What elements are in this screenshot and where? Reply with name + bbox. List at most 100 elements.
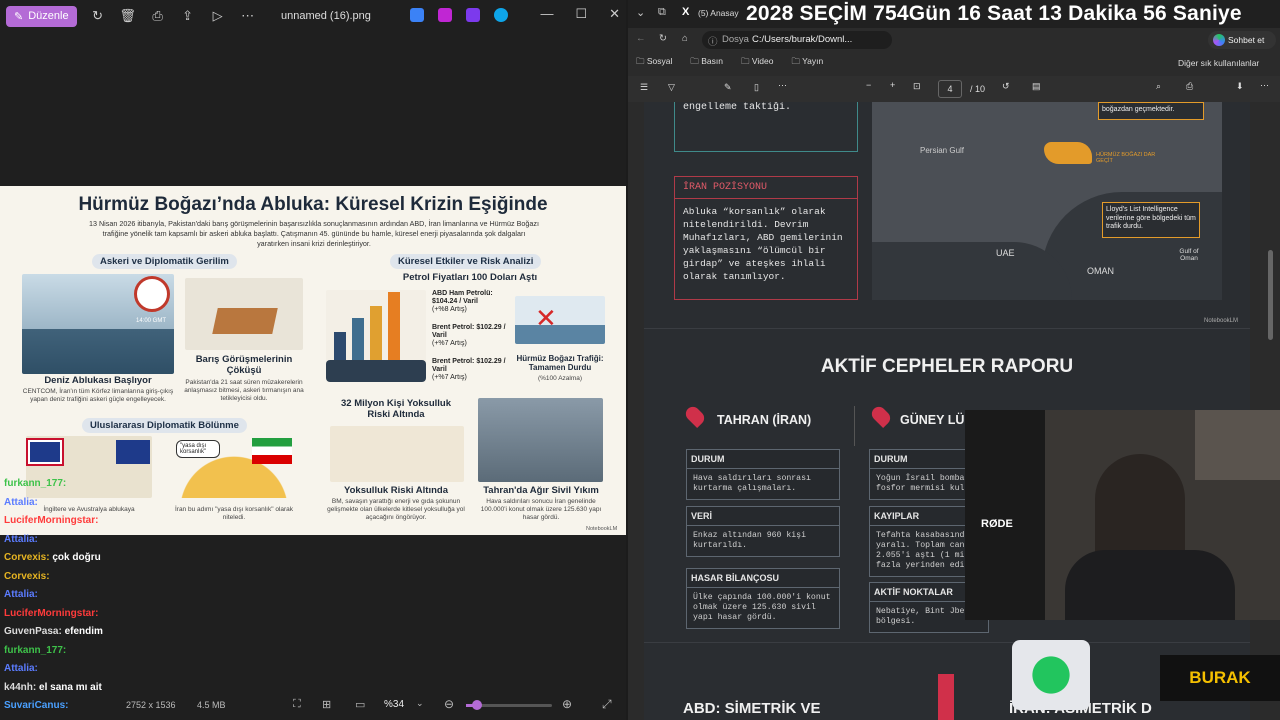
- designer-icon[interactable]: [410, 8, 424, 22]
- print-icon[interactable]: ⎙: [1186, 81, 1193, 92]
- chat-username[interactable]: Attalia:: [4, 497, 38, 508]
- infographic-title: Hürmüz Boğazı’nda Abluka: Küresel Krizin…: [78, 194, 548, 215]
- bookmark-folder[interactable]: 🗀 Yayın: [791, 56, 823, 70]
- card-heading: VERİ: [687, 507, 839, 526]
- card-body: Hava saldırıları sonrası kurtarma çalışm…: [693, 474, 811, 493]
- pdf-toolbar: ☰ ▽ ✎ ▯ ⋯ − + ⊡ 4 / 10 ↺ ▤ ⌕ ⎙ ⬇ ⋯: [628, 76, 1280, 102]
- edit-button[interactable]: ✎ Düzenle: [6, 5, 77, 27]
- chat-username[interactable]: furkann_177:: [4, 478, 66, 489]
- fit-icon[interactable]: ⛶: [293, 698, 301, 711]
- section-usa: ABD: SİMETRİK VE: [683, 700, 821, 717]
- more-icon[interactable]: ⋯: [239, 7, 257, 25]
- rotate-icon[interactable]: ↻: [89, 7, 107, 25]
- tactic-text: engelleme taktiği.: [683, 102, 792, 113]
- chat-text: efendim: [61, 626, 103, 637]
- card-body: Ülke çapında 100.000'i konut olmak üzere…: [693, 593, 831, 622]
- onedrive-icon[interactable]: [494, 8, 508, 22]
- fullscreen-icon[interactable]: ⤢: [602, 697, 612, 712]
- actual-size-icon[interactable]: ▭: [355, 698, 365, 711]
- gulf-of-oman-label: Gulf of Oman: [1179, 248, 1199, 262]
- home-icon[interactable]: ⌂: [682, 33, 688, 44]
- chevron-down-icon[interactable]: ⌄: [416, 698, 424, 709]
- minimize-icon[interactable]: —: [540, 6, 553, 22]
- refresh-icon[interactable]: ↻: [659, 33, 667, 44]
- tehran-desc: Hava saldırıları sonucu İran genelinde 1…: [480, 498, 602, 521]
- streamer-head: [1095, 454, 1185, 564]
- clock-icon: [134, 276, 170, 312]
- chat-username[interactable]: Attalia:: [4, 534, 38, 545]
- zoom-in-icon[interactable]: +: [890, 80, 895, 90]
- blockade-desc: CENTCOM, İran'ın tüm Körfez limanlarına …: [22, 388, 174, 403]
- delete-icon[interactable]: 🗑: [119, 7, 137, 25]
- x-logo-icon[interactable]: X: [682, 6, 689, 18]
- chat-message: LuciferMorningstar:: [4, 608, 98, 619]
- url-path: C:/Users/burak/Downl...: [752, 34, 853, 45]
- save-icon[interactable]: ⬇: [1236, 81, 1244, 92]
- chat-text: çok doğru: [49, 552, 101, 563]
- more-tools-icon[interactable]: ⋯: [778, 80, 787, 91]
- search-icon[interactable]: ⌕: [1156, 81, 1161, 92]
- chat-username[interactable]: LuciferMorningstar:: [4, 608, 98, 619]
- read-aloud-icon[interactable]: ▯: [754, 82, 759, 93]
- fit-page-icon[interactable]: ⊡: [913, 81, 921, 92]
- chat-username[interactable]: furkann_177:: [4, 645, 66, 656]
- zoom-out-icon[interactable]: −: [866, 80, 871, 90]
- zoom-slider[interactable]: [466, 700, 552, 710]
- bookmark-folder[interactable]: 🗀 Basın: [690, 56, 723, 70]
- copilot-icon: [1213, 34, 1225, 46]
- page-total: / 10: [970, 84, 986, 94]
- draw-icon[interactable]: ▽: [668, 82, 675, 93]
- zoom-out-icon[interactable]: ⊖: [444, 697, 454, 711]
- page-view-icon[interactable]: ▤: [1032, 81, 1041, 92]
- address-bar-row: ← ↻ ⌂ ⓘ Dosya C:/Users/burak/Downl... So…: [628, 28, 1280, 52]
- highlight-icon[interactable]: ✎: [724, 82, 732, 93]
- share-icon[interactable]: ⇪: [179, 7, 197, 25]
- chat-username[interactable]: LuciferMorningstar:: [4, 515, 98, 526]
- back-icon[interactable]: ←: [636, 33, 646, 44]
- webcam-overlay: RØDE: [965, 410, 1280, 620]
- traffic-caption: Hürmüz Boğazı Trafiği: Tamamen Durdu: [516, 354, 604, 372]
- clipchamp-icon[interactable]: [438, 8, 452, 22]
- chat-username[interactable]: Corvexis:: [4, 552, 50, 563]
- rotate-icon[interactable]: ↺: [1002, 81, 1010, 92]
- oil-price-3: Brent Petrol: $102.29 / Varil (+%7 Artış): [432, 358, 506, 381]
- chat-username[interactable]: Attalia:: [4, 589, 38, 600]
- tab-title[interactable]: (5) Anasay: [698, 8, 739, 18]
- candy-jar: [1012, 640, 1090, 710]
- filmstrip-icon[interactable]: ⊞: [322, 698, 331, 711]
- print-icon[interactable]: ⎙: [149, 7, 167, 25]
- chat-username[interactable]: Corvexis:: [4, 571, 50, 582]
- url-field[interactable]: ⓘ Dosya C:/Users/burak/Downl...: [702, 31, 892, 49]
- other-bookmarks[interactable]: Diğer sık kullanılanlar: [1178, 58, 1259, 68]
- iran-position-text: Abluka “korsanlık” olarak nitelendirildi…: [683, 206, 843, 282]
- bookmark-folder[interactable]: 🗀 Video: [741, 56, 773, 70]
- iran-position-card: İRAN POZİSYONU Abluka “korsanlık” olarak…: [674, 176, 858, 300]
- maximize-icon[interactable]: ☐: [575, 6, 587, 22]
- location-pin-icon: [682, 403, 708, 429]
- chat-username[interactable]: GuvenPasa:: [4, 626, 62, 637]
- workspaces-icon[interactable]: ⧉: [658, 6, 666, 19]
- persian-gulf-label: Persian Gulf: [920, 146, 965, 155]
- chat-message: furkann_177:: [4, 645, 66, 656]
- strait-label: HÜRMÜZ BOĞAZI DAR GEÇİT: [1096, 152, 1156, 164]
- bookmark-folder[interactable]: 🗀 Sosyal: [636, 56, 672, 70]
- more-icon[interactable]: ⋯: [1260, 80, 1269, 91]
- contents-icon[interactable]: ☰: [640, 82, 648, 93]
- bar: [334, 332, 346, 362]
- file-size: 4.5 MB: [197, 700, 226, 710]
- page-number-input[interactable]: 4: [938, 80, 962, 98]
- divider: [644, 328, 1250, 329]
- clock-time: 14:00 GMT: [136, 318, 167, 324]
- zoom-in-icon[interactable]: ⊕: [562, 697, 572, 711]
- section-diplomacy: Uluslararası Diplomatik Bölünme: [82, 418, 247, 433]
- chat-username[interactable]: Attalia:: [4, 663, 38, 674]
- scrollbar-thumb[interactable]: [1268, 250, 1273, 340]
- close-icon[interactable]: ✕: [609, 6, 620, 22]
- card-heading: HASAR BİLANÇOSU: [687, 569, 839, 588]
- bar: [388, 292, 400, 362]
- create-icon[interactable]: [466, 8, 480, 22]
- tab-menu-icon[interactable]: ⌄: [636, 6, 645, 19]
- slideshow-icon[interactable]: ▷: [209, 7, 227, 25]
- ship-illustration: ✕: [515, 296, 605, 344]
- zoom-level[interactable]: %34: [384, 699, 404, 710]
